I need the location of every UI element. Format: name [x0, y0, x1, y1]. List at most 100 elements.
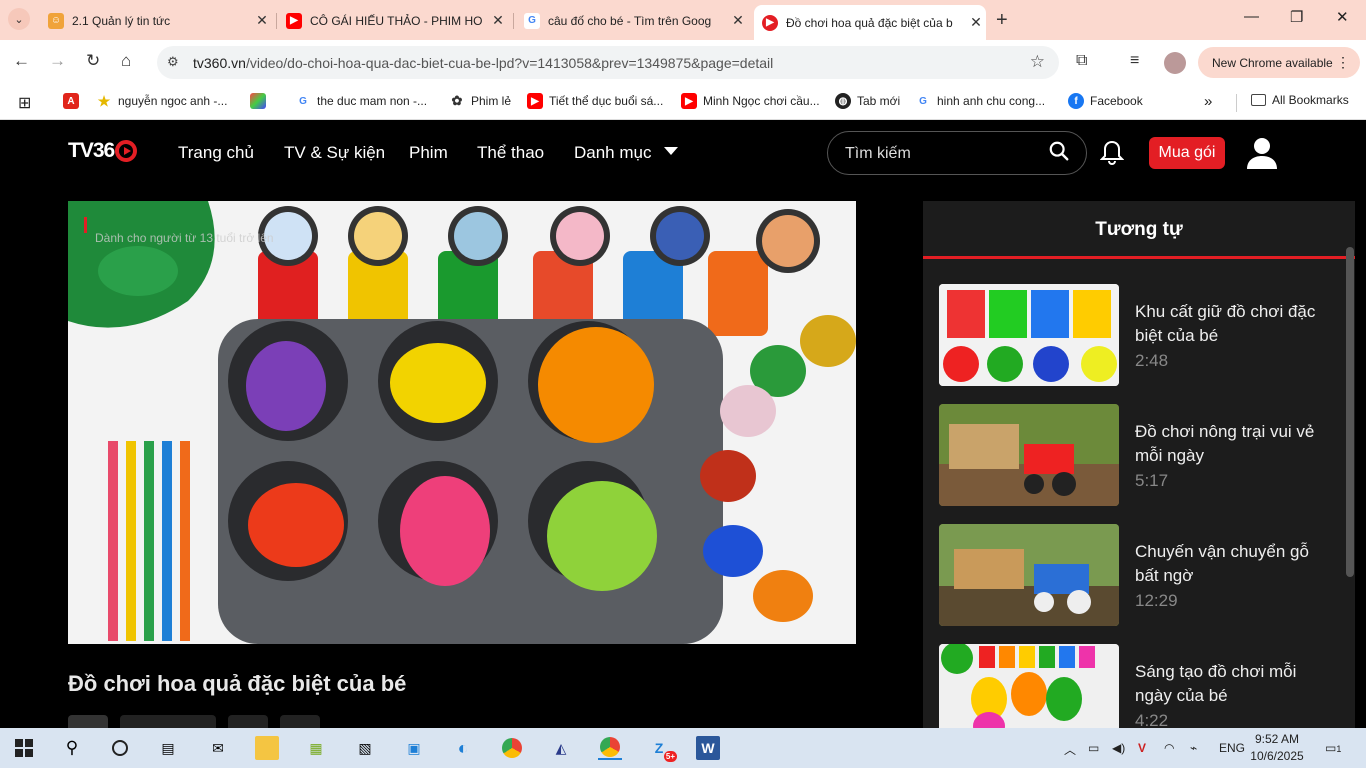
edge-icon[interactable]: ◐ [451, 736, 475, 760]
search-icon[interactable] [1048, 140, 1070, 162]
tab-news[interactable]: ☺ 2.1 Quản lý tin tức ✕ [40, 7, 272, 34]
bell-icon[interactable] [1100, 139, 1124, 167]
search-placeholder: Tìm kiếm [845, 145, 911, 162]
related-thumbnail[interactable] [939, 284, 1119, 386]
video-player[interactable]: Dành cho người từ 13 tuổi trở lên [68, 201, 856, 644]
thumbnail-image [939, 524, 1119, 626]
media-control-icon[interactable]: ≡ [1130, 52, 1139, 70]
network-icon[interactable]: ⌁ [1190, 741, 1197, 755]
profile-avatar[interactable] [1164, 52, 1186, 74]
forward-icon[interactable]: → [49, 51, 66, 71]
task-view-icon[interactable]: ▤ [156, 736, 180, 760]
tv360-logo[interactable]: TV36 [68, 139, 138, 163]
tray-chevron-icon[interactable]: ︿ [1064, 741, 1076, 758]
bookmark-adobe[interactable]: A [63, 93, 85, 109]
related-thumbnail[interactable] [939, 404, 1119, 506]
bookmark-facebook[interactable]: f Facebook [1068, 93, 1143, 109]
menu-the-thao[interactable]: Thể thao [477, 143, 544, 163]
smiley-icon: ☺ [48, 12, 64, 29]
bookmark-the-duc[interactable]: Gthe duc mam non -... [295, 93, 427, 109]
chrome-icon[interactable] [500, 736, 524, 760]
bookmark-nguyen-ngoc-anh[interactable]: ★ nguyễn ngoc anh -... [96, 93, 227, 109]
reload-icon[interactable]: ↻ [86, 51, 100, 71]
apps-icon[interactable]: ⊞ [18, 93, 31, 113]
close-tab-icon[interactable]: ✕ [252, 12, 272, 29]
sidebar-scrollbar[interactable] [1346, 247, 1354, 577]
related-title[interactable]: Sáng tạo đồ chơi mỗi ngày của bé [1135, 660, 1325, 708]
battery-icon[interactable]: ▭ [1088, 741, 1099, 755]
bookmark-hinh-anh[interactable]: Ghinh anh chu cong... [915, 93, 1045, 109]
close-tab-icon[interactable]: ✕ [966, 14, 986, 31]
search-input[interactable]: Tìm kiếm [827, 131, 1087, 175]
mail-icon[interactable]: ✉ [206, 736, 230, 760]
video-title: Đồ chơi hoa quả đặc biệt của bé [68, 671, 407, 696]
more-bookmarks-icon[interactable]: » [1204, 93, 1212, 110]
windows-start-icon[interactable] [12, 736, 36, 760]
search-icon[interactable]: ⚲ [60, 736, 84, 760]
menu-tv-su-kien[interactable]: TV & Sự kiện [284, 143, 385, 163]
logo-zero-play-icon [115, 140, 138, 162]
site-info-icon[interactable]: ⚙ [167, 54, 179, 70]
chrome-active-icon[interactable] [598, 736, 622, 760]
home-icon[interactable]: ⌂ [121, 51, 131, 71]
menu-trang-chu[interactable]: Trang chủ [178, 143, 254, 163]
notification-icon[interactable]: ▭1 [1325, 741, 1341, 755]
tab-tv360-active[interactable]: ▶ Đồ chơi hoa quả đặc biệt của b ✕ [754, 5, 986, 40]
action-button[interactable] [280, 715, 320, 728]
all-bookmarks[interactable]: All Bookmarks [1251, 93, 1349, 107]
tab-title: 2.1 Quản lý tin tức [72, 13, 171, 28]
user-icon[interactable] [1245, 136, 1279, 170]
file-explorer-icon[interactable] [255, 736, 279, 760]
bookmark-minh-ngoc[interactable]: ▶ Minh Ngọc chơi cầu... [681, 93, 820, 109]
app-icon[interactable]: ▧ [353, 736, 377, 760]
age-notice: Dành cho người từ 13 tuổi trở lên [95, 231, 274, 245]
store-icon[interactable]: ▦ [304, 736, 328, 760]
remote-desktop-icon[interactable]: ▣ [402, 736, 426, 760]
restore-button[interactable]: ❐ [1290, 8, 1303, 26]
sidebar-title: Tương tự [923, 201, 1355, 259]
related-thumbnail[interactable] [939, 644, 1119, 728]
cortana-icon[interactable] [108, 736, 132, 760]
action-button[interactable] [228, 715, 268, 728]
close-window-button[interactable]: ✕ [1336, 8, 1349, 26]
minimize-button[interactable]: — [1244, 8, 1259, 25]
related-title[interactable]: Khu cất giữ đồ chơi đặc biệt của bé [1135, 300, 1325, 348]
tab-search-button[interactable]: ⌄ [8, 8, 30, 30]
action-button[interactable] [120, 715, 216, 728]
related-title[interactable]: Đồ chơi nông trại vui vẻ mỗi ngày [1135, 420, 1325, 468]
bookmark-tab-moi[interactable]: ◍ Tab mới [835, 93, 900, 109]
close-tab-icon[interactable]: ✕ [728, 12, 748, 29]
related-title[interactable]: Chuyến vận chuyển gỗ bất ngờ [1135, 540, 1325, 588]
app-icon[interactable]: ◭ [549, 736, 573, 760]
address-bar[interactable]: ⚙ tv360.vn/video/do-choi-hoa-qua-dac-bie… [157, 46, 1059, 79]
chrome-update-button[interactable]: New Chrome available ⋮ [1198, 47, 1360, 78]
tab-youtube-movie[interactable]: ▶ CÔ GÁI HIẾU THẢO - PHIM HO ✕ [278, 7, 508, 34]
clock[interactable]: 9:52 AM 10/6/2025 [1246, 731, 1308, 765]
related-sidebar: Tương tự Khu cất giữ đồ chơi đặc biệt củ… [923, 201, 1355, 728]
action-button[interactable] [68, 715, 108, 728]
zalo-icon[interactable]: Z 5+ [647, 736, 677, 762]
new-tab-button[interactable]: + [996, 9, 1008, 32]
volume-icon[interactable]: ◀) [1112, 741, 1125, 755]
bookmark-phim-le[interactable]: ✿ Phim lẻ [449, 93, 511, 109]
bookmark-colorful[interactable] [250, 93, 272, 109]
bookmark-star-icon[interactable]: ☆ [1030, 52, 1045, 72]
app-tray-icon[interactable]: V [1138, 741, 1146, 755]
menu-phim[interactable]: Phim [409, 143, 448, 163]
tab-google-search[interactable]: G câu đố cho bé - Tìm trên Goog ✕ [516, 7, 748, 34]
more-menu-icon[interactable]: ⋮ [1336, 54, 1350, 71]
menu-danh-muc[interactable]: Danh mục [574, 143, 651, 163]
buy-package-button[interactable]: Mua gói [1149, 137, 1225, 169]
wifi-icon[interactable]: ◠ [1164, 741, 1174, 755]
back-icon[interactable]: ← [13, 51, 30, 71]
related-thumbnail[interactable] [939, 524, 1119, 626]
bookmark-tiet-the-duc[interactable]: ▶ Tiết thể dục buổi sá... [527, 93, 663, 109]
zalo-badge: 5+ [663, 751, 677, 762]
url-text: tv360.vn/video/do-choi-hoa-qua-dac-biet-… [193, 55, 774, 71]
star-icon: ★ [96, 92, 112, 109]
language-indicator[interactable]: ENG [1219, 741, 1245, 755]
word-icon[interactable]: W [696, 736, 720, 760]
close-tab-icon[interactable]: ✕ [488, 12, 508, 29]
extensions-icon[interactable]: ⧉ [1076, 52, 1087, 70]
chevron-down-icon[interactable] [664, 147, 678, 155]
